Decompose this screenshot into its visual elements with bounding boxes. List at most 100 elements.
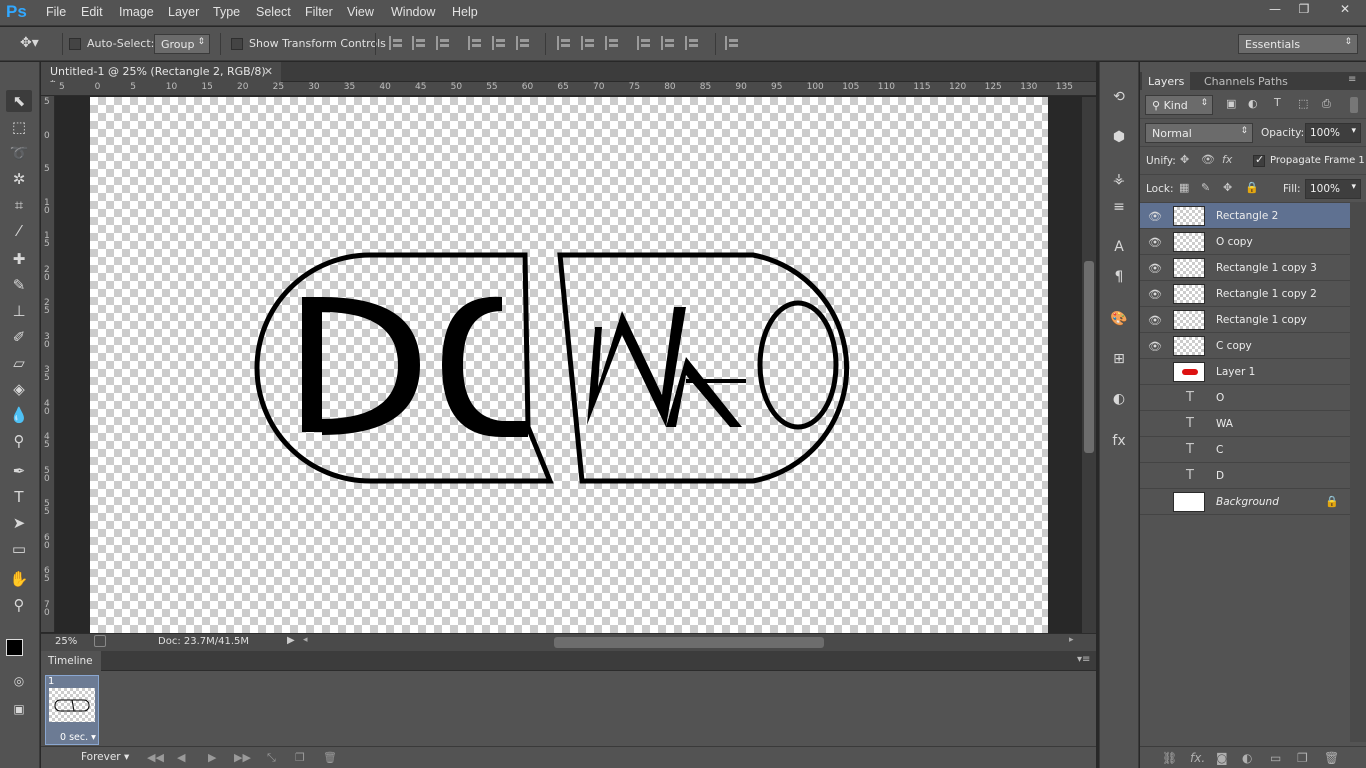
tween-icon[interactable]: ⤡ [267,751,276,765]
menu-help[interactable]: Help [452,5,478,19]
path-selection-tool-icon[interactable]: ➤ [6,512,32,534]
lock-pixels-icon[interactable]: ✎ [1201,181,1210,194]
zoom-tool-icon[interactable]: ⚲ [6,594,32,616]
visibility-toggle[interactable] [1148,469,1162,483]
filter-toggle[interactable] [1350,97,1358,113]
blur-tool-icon[interactable]: 💧 [6,404,32,426]
align-right-icon[interactable] [516,36,532,50]
unify-style-icon[interactable]: fx [1222,153,1232,166]
move-tool-icon[interactable]: ⬉ [6,90,32,112]
auto-select-checkbox[interactable] [69,38,81,50]
add-mask-icon[interactable]: ◙ [1216,751,1228,765]
vertical-scroll-thumb[interactable] [1084,261,1094,453]
loop-dropdown[interactable]: Forever ▾ [81,751,129,763]
align-left-icon[interactable] [468,36,484,50]
quick-mask-icon[interactable]: ◎ [6,670,32,692]
visibility-toggle[interactable] [1148,417,1162,431]
opacity-field[interactable]: 100% ▾ [1305,123,1361,143]
distribute-bottom-icon[interactable] [605,36,621,50]
unify-position-icon[interactable]: ✥ [1180,153,1189,166]
next-frame-icon[interactable]: ▶▶ [234,751,251,764]
filter-kind-dropdown[interactable]: ⚲ Kind ⇕ [1145,95,1213,115]
animation-frame[interactable]: 1 0 sec. ▾ [45,675,99,745]
document-tab[interactable]: Untitled-1 @ 25% (Rectangle 2, RGB/8) * … [41,62,281,91]
paragraph-panel-icon[interactable]: ¶ [1108,266,1130,288]
timeline-tab[interactable]: Timeline [41,651,101,671]
align-bottom-icon[interactable] [436,36,452,50]
layer-row[interactable]: 👁 Rectangle 1 copy 2 [1140,281,1350,307]
menu-image[interactable]: Image [119,5,154,19]
close-button[interactable]: ✕ [1325,0,1365,20]
close-tab-icon[interactable]: ✕ [264,65,273,78]
healing-brush-tool-icon[interactable]: ✚ [6,248,32,270]
dodge-tool-icon[interactable]: ⚲ [6,430,32,452]
layer-row[interactable]: T D [1140,463,1350,489]
styles-panel-icon[interactable]: fx [1108,430,1130,452]
menu-view[interactable]: View [347,5,374,19]
panel-menu-icon[interactable]: ▾≡ [1077,654,1090,665]
menu-window[interactable]: Window [391,5,435,19]
visibility-eye-icon[interactable]: 👁 [1148,288,1162,301]
filter-adjustment-icon[interactable]: ◐ [1248,97,1258,110]
lock-all-icon[interactable]: 🔒 [1245,181,1259,194]
adjustments-panel-icon[interactable]: ◐ [1108,388,1130,410]
paint-bucket-tool-icon[interactable]: ◈ [6,378,32,400]
visibility-eye-icon[interactable]: 👁 [1148,236,1162,249]
propagate-frame-checkbox[interactable]: ✓ [1253,153,1265,167]
restore-button[interactable]: ❐ [1289,0,1319,20]
panel-menu-icon[interactable]: ≡ [1348,74,1356,85]
distribute-left-icon[interactable] [637,36,653,50]
menu-layer[interactable]: Layer [168,5,199,19]
show-transform-checkbox[interactable] [231,38,243,50]
auto-align-icon[interactable] [725,36,741,50]
status-menu-arrow-icon[interactable]: ▶ [287,635,295,646]
eyedropper-tool-icon[interactable]: ⁄ [6,220,32,242]
character-panel-icon[interactable]: A [1108,236,1130,258]
pen-tool-icon[interactable]: ✒ [6,460,32,482]
type-tool-icon[interactable]: T [6,486,32,508]
minimize-button[interactable]: — [1260,0,1290,20]
lasso-tool-icon[interactable]: ➰ [6,142,32,164]
layers-scrollbar[interactable] [1350,202,1366,742]
fill-field[interactable]: 100% ▾ [1305,179,1361,199]
auto-select-dropdown[interactable]: Group ⇕ [154,34,210,54]
layer-row[interactable]: 👁 Rectangle 2 [1140,203,1350,229]
layer-row[interactable]: 👁 O copy [1140,229,1350,255]
menu-edit[interactable]: Edit [81,5,103,19]
zoom-level[interactable]: 25% [55,636,77,647]
filter-type-icon[interactable]: T [1274,96,1281,109]
distribute-hcenter-icon[interactable] [661,36,677,50]
filter-shape-icon[interactable]: ⬚ [1298,97,1308,110]
crop-tool-icon[interactable]: ⌗ [6,194,32,216]
visibility-eye-icon[interactable]: 👁 [1148,340,1162,353]
clone-stamp-tool-icon[interactable]: ⊥ [6,300,32,322]
first-frame-icon[interactable]: ◀◀ [147,751,164,764]
history-brush-tool-icon[interactable]: ✐ [6,326,32,348]
layer-row[interactable]: T O [1140,385,1350,411]
scroll-right-arrow-icon[interactable]: ▸ [1069,635,1074,645]
filter-smart-object-icon[interactable]: ⎙ [1322,97,1331,111]
visibility-eye-icon[interactable]: 👁 [1148,210,1162,223]
link-layers-icon[interactable]: ⛓ [1162,751,1177,765]
visibility-eye-icon[interactable]: 👁 [1148,314,1162,327]
marquee-tool-icon[interactable]: ⬚ [6,116,32,138]
delete-layer-icon[interactable]: 🗑 [1324,751,1339,765]
3d-panel-icon[interactable]: ⬢ [1108,126,1130,148]
layer-row[interactable]: Background 🔒 [1140,489,1350,515]
play-icon[interactable]: ▶ [208,751,216,764]
hand-tool-icon[interactable]: ✋ [6,568,32,590]
lock-transparent-icon[interactable]: ▦ [1179,181,1189,194]
layer-row[interactable]: 👁 C copy [1140,333,1350,359]
layer-row[interactable]: T C [1140,437,1350,463]
screen-mode-icon[interactable]: ▣ [6,698,32,720]
horizontal-scroll-thumb[interactable] [554,637,824,648]
history-panel-icon[interactable]: ⟲ [1108,86,1130,108]
tab-paths[interactable]: Paths [1252,72,1294,90]
brush-presets-icon[interactable]: ≡ [1108,196,1130,218]
menu-file[interactable]: File [46,5,66,19]
status-icon[interactable] [94,635,106,647]
swatches-panel-icon[interactable]: 🎨 [1108,308,1130,330]
blend-mode-dropdown[interactable]: Normal ⇕ [1145,123,1253,143]
document-canvas[interactable] [90,97,1048,633]
menu-filter[interactable]: Filter [305,5,333,19]
